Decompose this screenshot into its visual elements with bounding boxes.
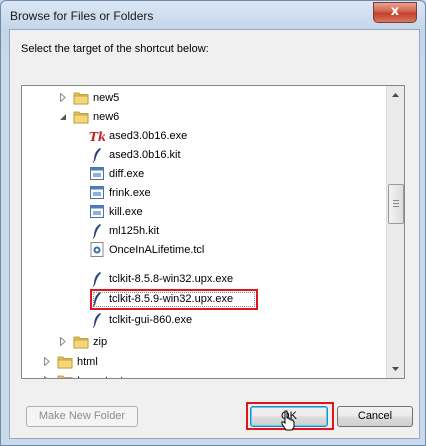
expand-arrow-collapsed-icon[interactable]: [58, 93, 67, 102]
tree-item-label: tclkit-8.5.8-win32.upx.exe: [109, 272, 234, 285]
close-button[interactable]: x: [373, 2, 417, 23]
folder-icon: [73, 90, 89, 106]
tree-file-item[interactable]: ased3.0b16.kit: [74, 145, 181, 164]
instruction-text: Select the target of the shortcut below:: [21, 43, 209, 55]
tree-folder-item[interactable]: html: [42, 352, 98, 371]
tree-folder-item[interactable]: zip: [58, 332, 107, 351]
feather-icon: [89, 147, 105, 163]
folder-icon: [57, 373, 73, 378]
grip-line: [393, 206, 399, 207]
tree-item-label: OnceInALifetime.tcl: [109, 243, 205, 256]
dialog-body: Select the target of the shortcut below:…: [9, 29, 420, 439]
scroll-down-button[interactable]: [388, 361, 403, 377]
window-title: Browse for Files or Folders: [10, 9, 154, 23]
expand-arrow-collapsed-icon[interactable]: [58, 337, 67, 346]
exe-icon: [89, 204, 105, 220]
cancel-button[interactable]: Cancel: [337, 406, 413, 427]
feather-icon: [89, 312, 105, 328]
tree-item-label: kill.exe: [109, 205, 143, 218]
tree-item-label: ased3.0b16.kit: [109, 148, 181, 161]
folder-icon: [73, 334, 89, 350]
tree-item-label: frink.exe: [109, 186, 151, 199]
grip-line: [393, 203, 399, 204]
tree-file-item[interactable]: frink.exe: [74, 183, 151, 202]
exe-icon: [89, 185, 105, 201]
tree-item-label: ased3.0b16.exe: [109, 129, 188, 142]
tree-file-item[interactable]: OnceInALifetime.tcl: [74, 240, 204, 259]
tree-file-item[interactable]: tclkit-gui-860.exe: [74, 310, 192, 329]
title-bar[interactable]: Browse for Files or Folders x: [1, 1, 425, 29]
folder-icon: [57, 354, 73, 370]
tree-item-label: Important ...: [77, 375, 136, 379]
tree-folder-item[interactable]: new6: [58, 107, 119, 126]
scroll-up-arrow-icon: [392, 93, 399, 97]
browse-dialog-window: Browse for Files or Folders x Select the…: [0, 0, 426, 446]
tree-file-item[interactable]: ml125h.kit: [74, 221, 159, 240]
tree-file-item[interactable]: kill.exe: [74, 202, 143, 221]
expand-arrow-expanded-icon[interactable]: [58, 112, 67, 121]
tcl-app-icon: Tk: [89, 128, 105, 144]
tree-item-label: new5: [93, 91, 120, 104]
tree-item-label: zip: [93, 335, 108, 348]
folder-icon: [73, 109, 89, 125]
close-icon: x: [390, 4, 400, 19]
scrollbar-thumb[interactable]: [388, 184, 404, 224]
feather-icon: [89, 223, 105, 239]
selection-focus-rect: [93, 292, 255, 307]
scroll-up-button[interactable]: [388, 87, 403, 103]
tree-item-label: ml125h.kit: [109, 224, 160, 237]
folder-tree[interactable]: new5 new6 Tk ased3.0b16.exe ased3.0b16.kit di…: [21, 85, 405, 379]
tree-file-item[interactable]: tclkit-8.5.8-win32.upx.exe: [74, 269, 233, 288]
tree-item-label: html: [77, 355, 98, 368]
svg-text:Tk: Tk: [89, 130, 105, 143]
expand-arrow-collapsed-icon[interactable]: [42, 376, 51, 378]
exe-icon: [89, 166, 105, 182]
hand-cursor-icon: [281, 410, 295, 431]
make-new-folder-button[interactable]: Make New Folder: [26, 406, 138, 427]
expand-arrow-collapsed-icon[interactable]: [42, 357, 51, 366]
tree-folder-item[interactable]: new5: [58, 88, 119, 107]
tree-folder-item[interactable]: Important ...: [42, 371, 136, 379]
vertical-scrollbar[interactable]: [386, 86, 404, 378]
tree-item-label: new6: [93, 110, 120, 123]
scroll-down-arrow-icon: [392, 367, 399, 371]
tree-file-item[interactable]: diff.exe: [74, 164, 144, 183]
grip-line: [393, 200, 399, 201]
tree-item-label: diff.exe: [109, 167, 145, 180]
tcl-script-icon: [89, 242, 105, 258]
tree-item-label: tclkit-gui-860.exe: [109, 313, 193, 326]
feather-icon: [89, 271, 105, 287]
tree-file-item[interactable]: Tk ased3.0b16.exe: [74, 126, 187, 145]
